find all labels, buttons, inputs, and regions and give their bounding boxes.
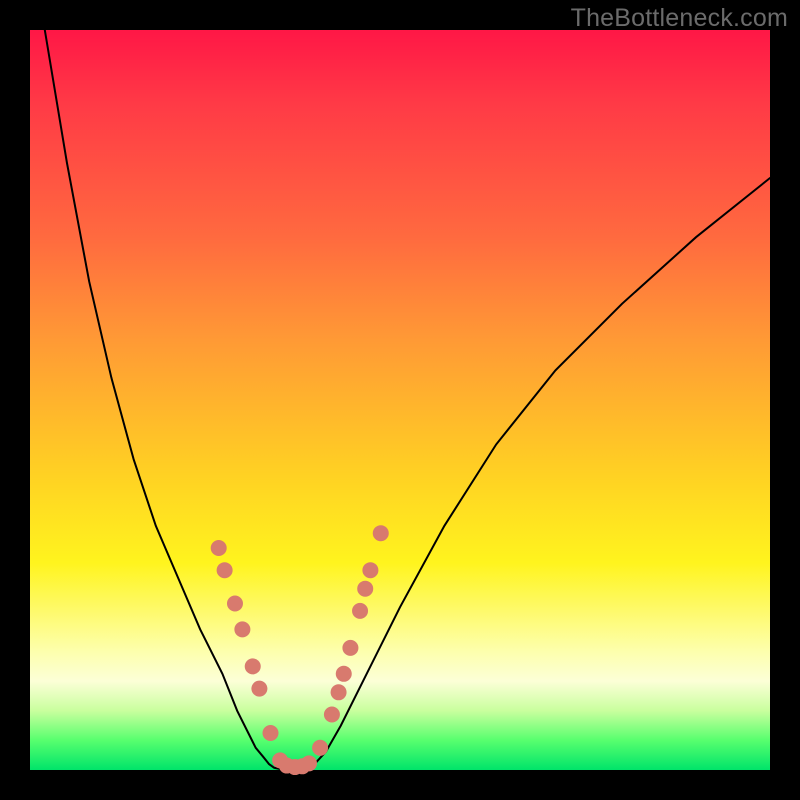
data-point: [352, 603, 368, 619]
data-point: [245, 658, 261, 674]
data-point: [251, 681, 267, 697]
curve-layer: [45, 30, 770, 770]
data-point: [234, 621, 250, 637]
plot-area: [30, 30, 770, 770]
data-point: [211, 540, 227, 556]
data-point: [373, 525, 389, 541]
bottleneck-curve: [45, 30, 770, 770]
watermark-text: TheBottleneck.com: [571, 4, 788, 33]
marker-layer: [211, 525, 389, 775]
chart-svg: [30, 30, 770, 770]
outer-frame: TheBottleneck.com: [0, 0, 800, 800]
data-point: [217, 562, 233, 578]
data-point: [331, 684, 347, 700]
data-point: [263, 725, 279, 741]
data-point: [301, 755, 317, 771]
data-point: [357, 581, 373, 597]
data-point: [324, 707, 340, 723]
data-point: [336, 666, 352, 682]
data-point: [227, 596, 243, 612]
data-point: [362, 562, 378, 578]
data-point: [342, 640, 358, 656]
data-point: [312, 740, 328, 756]
